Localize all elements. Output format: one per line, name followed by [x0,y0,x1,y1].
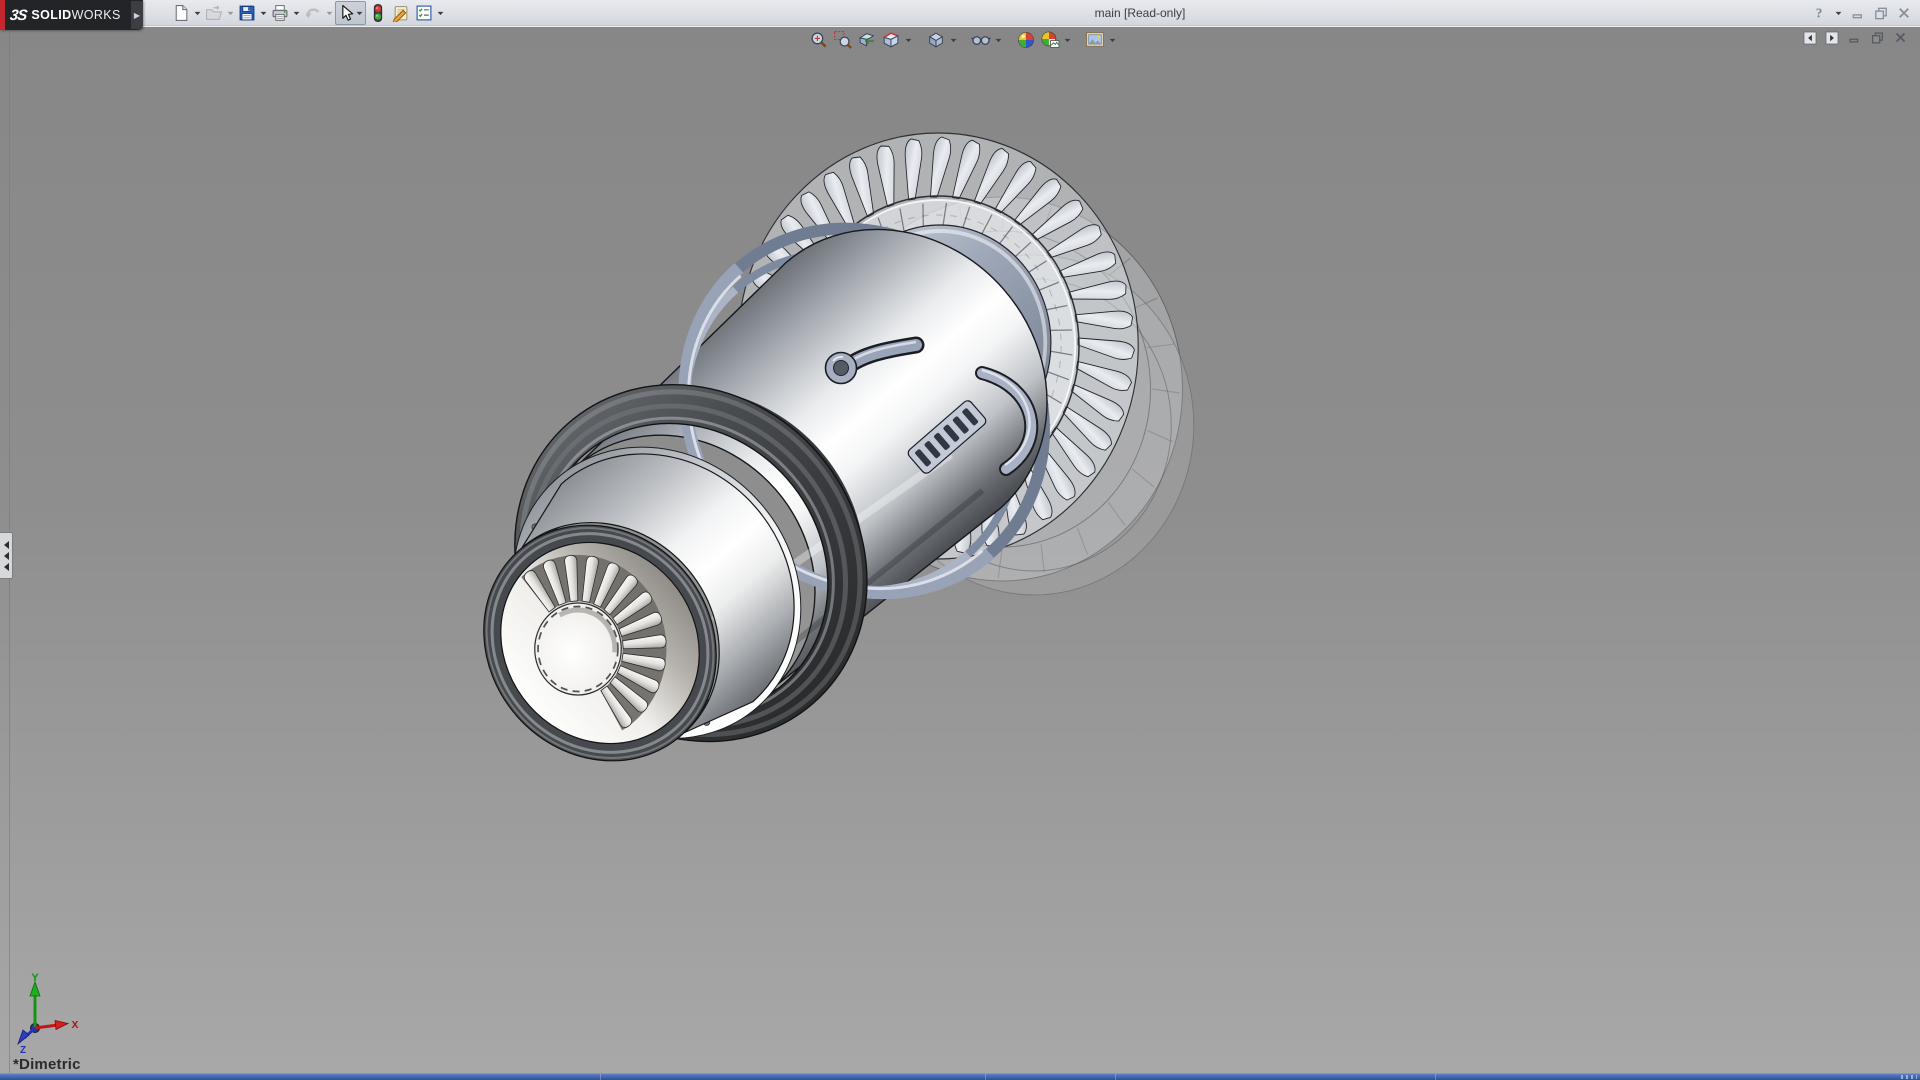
open-button[interactable] [203,1,225,25]
featuremanager-expand-handle[interactable] [0,532,13,579]
collapse-arrow-icon [4,552,9,560]
doc-minimize-button[interactable] [1847,30,1862,45]
viewport-canvas[interactable] [0,27,1920,1073]
headsup-view-toolbar [808,29,1116,51]
view-orientation-dropdown-icon[interactable] [949,29,957,51]
engine-model [0,27,1920,1074]
reference-triad: Y X Z [0,973,110,1063]
application-window: main [Read-only] ? 3S SOLIDWORKS ▶ [0,0,1920,1080]
previous-view-button[interactable] [856,29,878,51]
design-binder-button[interactable] [390,1,412,25]
view-settings-dropdown-icon[interactable] [1108,29,1116,51]
toolbar-separator [959,29,968,51]
y-axis-label: Y [31,973,39,984]
apply-scene-dropdown-icon[interactable] [1063,29,1071,51]
help-dropdown-icon[interactable] [1834,1,1843,25]
select-button[interactable] [335,1,366,25]
collapse-arrow-icon [4,541,9,549]
document-title: main [Read-only] [1095,0,1186,26]
section-view-dropdown-icon[interactable] [904,29,912,51]
resize-grip[interactable] [1901,1075,1917,1079]
display-style-dropdown-icon[interactable] [994,29,1002,51]
undo-dropdown-icon[interactable] [325,1,334,25]
z-axis-label: Z [20,1045,26,1056]
close-button[interactable] [1896,5,1912,21]
ds-logo-icon: 3S [9,7,28,24]
statusbar-separator [1115,1074,1116,1080]
statusbar-separator [985,1074,986,1080]
svg-text:?: ? [1816,6,1823,21]
statusbar-separator [600,1074,601,1080]
section-view-button[interactable] [880,29,902,51]
z-axis-icon [18,1030,29,1044]
collapse-arrow-icon [4,563,9,571]
edit-appearance-button[interactable] [1015,29,1037,51]
graphics-viewport[interactable]: Y X Z *Dimetric [0,26,1920,1073]
minimize-button[interactable] [1850,5,1866,21]
print-button[interactable] [269,1,291,25]
help-button[interactable]: ? [1811,5,1827,21]
options-button[interactable] [413,1,435,25]
main-toolbar [170,0,445,26]
undo-button[interactable] [302,1,324,25]
zoom-to-area-button[interactable] [832,29,854,51]
save-dropdown-icon[interactable] [259,1,268,25]
toolbar-separator [914,29,923,51]
new-document-dropdown-icon[interactable] [193,1,202,25]
select-dropdown-icon[interactable] [355,1,364,25]
restore-button[interactable] [1873,5,1889,21]
statusbar-separator [1435,1074,1436,1080]
brand-name: SOLIDWORKS [31,8,120,22]
next-document-button[interactable] [1825,31,1839,45]
title-bar: main [Read-only] ? [0,0,1920,26]
document-window-controls [1803,30,1908,45]
zoom-to-fit-button[interactable] [808,29,830,51]
logo-accent [0,0,5,30]
previous-document-button[interactable] [1803,31,1817,45]
apply-scene-button[interactable] [1039,29,1061,51]
view-orientation-button[interactable] [925,29,947,51]
window-controls: ? [1811,0,1912,26]
toolbar-separator [1004,29,1013,51]
view-orientation-label: *Dimetric [13,1056,81,1073]
y-axis-icon [30,982,40,996]
options-dropdown-icon[interactable] [436,1,445,25]
doc-restore-button[interactable] [1870,30,1885,45]
solidworks-logo[interactable]: 3S SOLIDWORKS ▶ [0,0,143,30]
print-dropdown-icon[interactable] [292,1,301,25]
open-dropdown-icon[interactable] [226,1,235,25]
new-document-button[interactable] [170,1,192,25]
save-button[interactable] [236,1,258,25]
toolbar-separator [1073,29,1082,51]
status-bar [0,1073,1920,1080]
view-settings-button[interactable] [1084,29,1106,51]
display-style-button[interactable] [970,29,992,51]
stoplight-button[interactable] [367,1,389,25]
x-axis-icon [55,1021,68,1030]
menu-expand-icon[interactable]: ▶ [131,1,143,29]
doc-close-button[interactable] [1893,30,1908,45]
x-axis-label: X [72,1020,79,1031]
